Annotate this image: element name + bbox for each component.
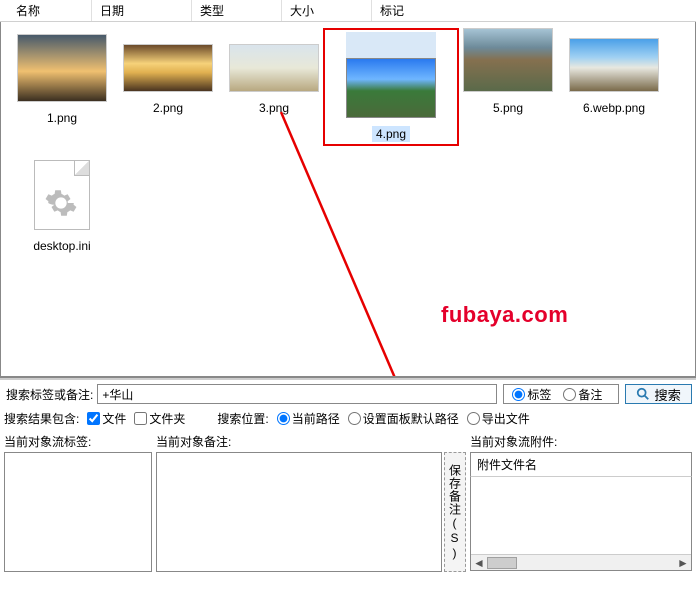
result-label: 搜索结果包含: (4, 410, 79, 427)
file-item[interactable]: 3.png (221, 32, 327, 142)
thumbnail-icon (346, 58, 436, 118)
chk-folder[interactable]: 文件夹 (134, 410, 185, 427)
file-item[interactable]: 1.png (9, 32, 115, 142)
thumbnail-icon (569, 38, 659, 92)
save-note-button[interactable]: 保存备注(S) (444, 452, 466, 572)
scroll-thumb[interactable] (487, 557, 517, 569)
radio-export[interactable]: 导出文件 (467, 410, 530, 427)
radio-tag[interactable]: 标签 (512, 386, 551, 403)
col-date[interactable]: 日期 (92, 0, 192, 21)
tags-title: 当前对象流标签: (4, 431, 152, 452)
gear-icon (44, 186, 78, 220)
thumbnail-icon (123, 44, 213, 92)
thumbnail-icon (17, 34, 107, 102)
attach-title: 当前对象流附件: (470, 431, 692, 452)
file-item[interactable]: 5.png (455, 32, 561, 142)
col-size[interactable]: 大小 (282, 0, 372, 21)
scroll-left-icon[interactable]: ◄ (471, 555, 487, 571)
search-row: 搜索标签或备注: 标签 备注 搜索 (0, 378, 696, 408)
chk-file[interactable]: 文件 (87, 410, 126, 427)
radio-default-path[interactable]: 设置面板默认路径 (348, 410, 459, 427)
file-name: 6.webp.png (579, 100, 649, 116)
thumbnail-icon (229, 44, 319, 92)
thumbnail-icon (463, 28, 553, 92)
file-browser[interactable]: 1.png 2.png 3.png 4.png 5.png 6.webp.png (0, 22, 696, 377)
radio-note[interactable]: 备注 (563, 386, 602, 403)
col-type[interactable]: 类型 (192, 0, 282, 21)
radio-note-input[interactable] (563, 388, 576, 401)
search-label: 搜索标签或备注: (4, 386, 95, 403)
info-panels: 当前对象流标签: 当前对象备注: 保存备注(S) 当前对象流附件: 附件文件名 … (0, 431, 696, 572)
file-item-selected[interactable]: 4.png (327, 32, 455, 142)
col-name[interactable]: 名称 (8, 0, 92, 21)
attach-list[interactable]: ◄ ► (470, 477, 692, 571)
file-name: 4.png (372, 126, 410, 142)
radio-current-path[interactable]: 当前路径 (277, 410, 340, 427)
search-icon (636, 387, 650, 401)
search-button[interactable]: 搜索 (625, 384, 692, 404)
attach-column-header[interactable]: 附件文件名 (470, 452, 692, 477)
file-item[interactable]: 2.png (115, 32, 221, 142)
tags-box[interactable] (4, 452, 152, 572)
h-scrollbar[interactable]: ◄ ► (471, 554, 691, 570)
file-name: 2.png (149, 100, 187, 116)
notes-box[interactable] (156, 452, 442, 572)
radio-tag-input[interactable] (512, 388, 525, 401)
file-item[interactable]: 6.webp.png (561, 32, 667, 142)
column-headers: 名称 日期 类型 大小 标记 (0, 0, 696, 22)
filter-row: 搜索结果包含: 文件 文件夹 搜索位置: 当前路径 设置面板默认路径 导出文件 (0, 408, 696, 431)
scroll-right-icon[interactable]: ► (675, 555, 691, 571)
file-name: desktop.ini (29, 238, 94, 254)
bottom-panel: 搜索标签或备注: 标签 备注 搜索 搜索结果包含: 文件 文件夹 搜索位置: 当… (0, 377, 696, 572)
search-mode-group: 标签 备注 (503, 384, 619, 404)
file-name: 3.png (255, 100, 293, 116)
col-tag[interactable]: 标记 (372, 0, 452, 21)
search-input[interactable] (97, 384, 497, 404)
watermark-text: fubaya.com (441, 302, 568, 328)
file-name: 5.png (489, 100, 527, 116)
location-label: 搜索位置: (217, 410, 268, 427)
notes-title: 当前对象备注: (156, 431, 466, 452)
file-name: 1.png (43, 110, 81, 126)
file-item[interactable]: desktop.ini (9, 160, 115, 254)
